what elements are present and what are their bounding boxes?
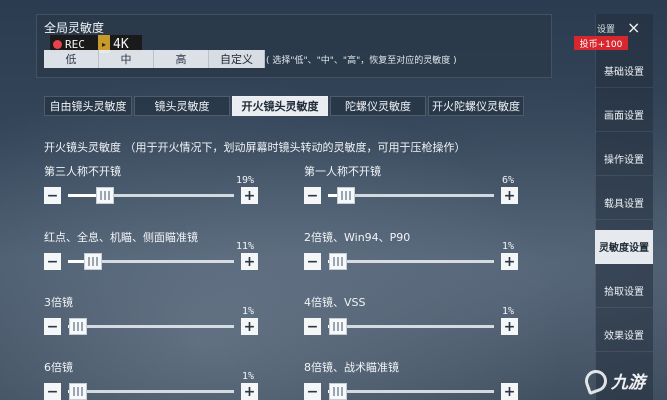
plus-icon[interactable]: + xyxy=(241,383,258,400)
slider-label: 6倍镜 xyxy=(44,361,73,374)
sidebar-item-effects[interactable]: 效果设置 xyxy=(595,318,653,352)
slider-thumb[interactable] xyxy=(329,253,348,270)
slider-label: 3倍镜 xyxy=(44,296,73,309)
sidebar-item-vehicle[interactable]: 载具设置 xyxy=(595,186,653,220)
slider-8x-scope: 8倍镜、战术瞄准镜 − + xyxy=(304,359,518,400)
tab-fire-camera[interactable]: 开火镜头灵敏度 xyxy=(232,96,328,116)
plus-icon[interactable]: + xyxy=(241,318,258,335)
preset-custom[interactable]: 自定义 xyxy=(209,50,265,68)
watermark-text: 九游 xyxy=(611,373,645,393)
record-dot-icon xyxy=(53,39,62,49)
preset-selector: 低 中 高 自定义 xyxy=(44,50,265,68)
slider-thumb[interactable] xyxy=(84,253,103,270)
slider-label: 8倍镜、战术瞄准镜 xyxy=(304,361,399,374)
slider-thumb[interactable] xyxy=(69,318,88,335)
tab-free-camera[interactable]: 自由镜头灵敏度 xyxy=(44,96,132,116)
slider-track[interactable] xyxy=(68,390,234,393)
plus-icon[interactable]: + xyxy=(501,253,518,270)
close-icon[interactable]: × xyxy=(627,18,640,37)
slider-label: 4倍镜、VSS xyxy=(304,296,366,309)
sensitivity-tabs: 自由镜头灵敏度 镜头灵敏度 开火镜头灵敏度 陀螺仪灵敏度 开火陀螺仪灵敏度 xyxy=(44,96,526,116)
plus-icon[interactable]: + xyxy=(241,187,258,204)
slider-track[interactable] xyxy=(328,390,494,393)
slider-label: 红点、全息、机瞄、侧面瞄准镜 xyxy=(44,231,198,244)
sidebar-item-controls[interactable]: 操作设置 xyxy=(595,142,653,176)
slider-thumb[interactable] xyxy=(96,187,115,204)
minus-icon[interactable]: − xyxy=(304,318,321,335)
slider-value: 1% xyxy=(241,371,254,382)
slider-first-person: 第一人称不开镜 6% − + xyxy=(304,163,518,207)
slider-red-dot-sight: 红点、全息、机瞄、侧面瞄准镜 11% − + xyxy=(44,229,258,273)
minus-icon[interactable]: − xyxy=(44,187,61,204)
minus-icon[interactable]: − xyxy=(304,187,321,204)
minus-icon[interactable]: − xyxy=(44,318,61,335)
slider-track[interactable] xyxy=(68,194,234,197)
sidebar-header: 设置 xyxy=(597,25,616,35)
rec-label: REC xyxy=(65,37,85,51)
slider-4x-scope: 4倍镜、VSS 1% − + xyxy=(304,294,518,338)
plus-icon[interactable]: + xyxy=(501,318,518,335)
slider-thumb[interactable] xyxy=(69,383,88,400)
section-description: 开火镜头灵敏度 （用于开火情况下，划动屏幕时镜头转动的灵敏度，可用于压枪操作） xyxy=(44,141,466,154)
slider-value: 1% xyxy=(501,306,514,317)
sidebar-item-graphics[interactable]: 画面设置 xyxy=(595,98,653,132)
slider-value: 1% xyxy=(241,306,254,317)
sidebar-item-sensitivity[interactable]: 灵敏度设置 xyxy=(595,230,653,264)
tab-gyroscope[interactable]: 陀螺仪灵敏度 xyxy=(330,96,426,116)
minus-icon[interactable]: − xyxy=(44,383,61,400)
slider-label: 第三人称不开镜 xyxy=(44,165,121,178)
tab-fire-gyroscope[interactable]: 开火陀螺仪灵敏度 xyxy=(428,96,524,116)
tab-camera[interactable]: 镜头灵敏度 xyxy=(134,96,230,116)
plus-icon[interactable]: + xyxy=(501,187,518,204)
slider-thumb[interactable] xyxy=(329,318,348,335)
slider-value: 19% xyxy=(235,175,254,186)
preset-low[interactable]: 低 xyxy=(44,50,99,68)
slider-track[interactable] xyxy=(328,325,494,328)
slider-value: 11% xyxy=(235,241,254,252)
plus-icon[interactable]: + xyxy=(241,253,258,270)
preset-medium[interactable]: 中 xyxy=(99,50,154,68)
slider-label: 2倍镜、Win94、P90 xyxy=(304,231,411,244)
minus-icon[interactable]: − xyxy=(304,383,321,400)
minus-icon[interactable]: − xyxy=(304,253,321,270)
sidebar-item-pickup[interactable]: 拾取设置 xyxy=(595,274,653,308)
slider-track[interactable] xyxy=(328,260,494,263)
preset-high[interactable]: 高 xyxy=(154,50,209,68)
coin-badge: 投币+100 xyxy=(574,36,628,50)
plus-icon[interactable]: + xyxy=(501,383,518,400)
slider-6x-scope: 6倍镜 1% − + xyxy=(44,359,258,400)
slider-third-person: 第三人称不开镜 19% − + xyxy=(44,163,258,207)
slider-track[interactable] xyxy=(68,325,234,328)
slider-thumb[interactable] xyxy=(336,187,355,204)
jiuyou-logo-icon xyxy=(581,366,611,395)
minus-icon[interactable]: − xyxy=(44,253,61,270)
preset-note: ( 选择"低"、"中"、"高"，恢复至对应的灵敏度 ) xyxy=(266,56,457,66)
slider-thumb[interactable] xyxy=(329,383,348,400)
global-sensitivity-title: 全局灵敏度 xyxy=(44,21,105,35)
sidebar-item-basic[interactable]: 基础设置 xyxy=(595,54,653,88)
slider-label: 第一人称不开镜 xyxy=(304,165,381,178)
slider-value: 1% xyxy=(501,241,514,252)
slider-3x-scope: 3倍镜 1% − + xyxy=(44,294,258,338)
slider-2x-scope: 2倍镜、Win94、P90 1% − + xyxy=(304,229,518,273)
watermark: 九游 xyxy=(581,366,645,395)
slider-value: 6% xyxy=(501,175,514,186)
